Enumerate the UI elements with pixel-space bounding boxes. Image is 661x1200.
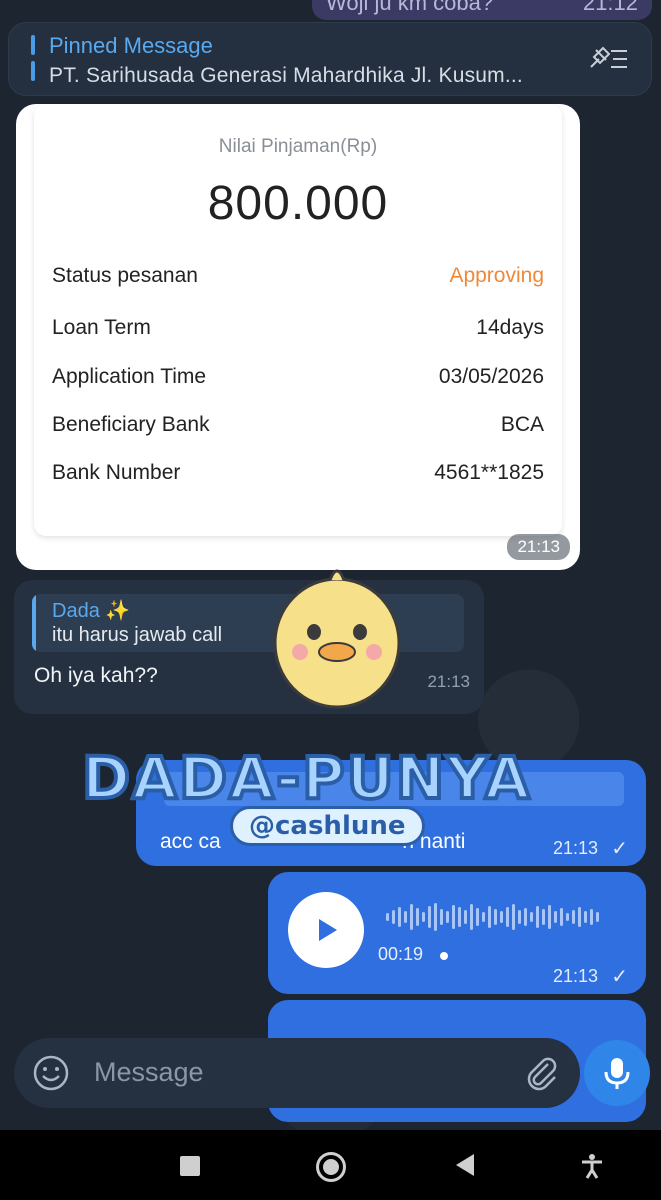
waveform-bar bbox=[530, 912, 533, 922]
row-value: 4561**1825 bbox=[434, 461, 544, 484]
emoji-icon[interactable] bbox=[32, 1054, 70, 1092]
waveform-bar bbox=[596, 912, 599, 922]
row-label: Beneficiary Bank bbox=[52, 413, 210, 436]
message-text-start: acc ca bbox=[160, 830, 221, 853]
waveform-bar bbox=[500, 911, 503, 923]
waveform-bar bbox=[464, 910, 467, 924]
waveform-bar bbox=[434, 903, 437, 931]
pinned-title: Pinned Message bbox=[49, 33, 213, 58]
outgoing-message-bubble[interactable]: acc ca n nanti 21:13 ✓ bbox=[136, 760, 646, 866]
waveform-bar bbox=[524, 908, 527, 926]
voice-message-bubble[interactable]: 00:19 21:13 ✓ bbox=[268, 872, 646, 994]
read-check-icon: ✓ bbox=[611, 838, 628, 860]
attach-icon[interactable] bbox=[522, 1054, 560, 1092]
message-time: 21:13 bbox=[552, 838, 598, 858]
waveform-bar bbox=[512, 904, 515, 930]
waveform-bar bbox=[404, 911, 407, 923]
waveform-bar bbox=[398, 907, 401, 927]
message-composer[interactable]: Message bbox=[14, 1038, 580, 1108]
back-icon[interactable] bbox=[456, 1154, 474, 1176]
waveform-bar bbox=[542, 909, 545, 925]
pinned-indicator bbox=[31, 61, 35, 81]
previous-message-text: Woji ju km coba? bbox=[326, 0, 494, 15]
message-time: 21:13 bbox=[507, 534, 570, 560]
incoming-message-bubble[interactable]: Dada ✨ itu harus jawab call Oh iya kah??… bbox=[14, 580, 484, 714]
microphone-icon bbox=[604, 1058, 630, 1089]
previous-message-bubble[interactable]: Woji ju km coba? 21:12 bbox=[312, 0, 652, 20]
loan-row-status: Status pesanan Approving bbox=[52, 264, 544, 288]
waveform-bar bbox=[590, 909, 593, 925]
waveform-bar bbox=[488, 906, 491, 928]
waveform-bar bbox=[506, 907, 509, 927]
waveform-bar bbox=[470, 904, 473, 930]
android-nav-bar bbox=[0, 1130, 661, 1200]
reply-quote[interactable] bbox=[164, 772, 624, 806]
pin-list-icon[interactable] bbox=[587, 45, 631, 73]
message-text-end: n nanti bbox=[402, 830, 466, 853]
loan-amount: 800.000 bbox=[207, 177, 389, 230]
read-check-icon: ✓ bbox=[611, 966, 628, 988]
waveform-bar bbox=[572, 910, 575, 924]
waveform-bar bbox=[560, 908, 563, 926]
waveform-bar bbox=[548, 905, 551, 929]
loan-screenshot-message[interactable]: Nilai Pinjaman(Rp) 800.000 Status pesana… bbox=[16, 104, 580, 570]
waveform-bar bbox=[536, 906, 539, 928]
waveform-bar bbox=[458, 907, 461, 927]
waveform-bar bbox=[554, 911, 557, 923]
message-input[interactable]: Message bbox=[94, 1057, 204, 1088]
reply-indicator bbox=[32, 594, 36, 652]
message-time: 21:13 bbox=[552, 966, 598, 986]
row-value: 14days bbox=[476, 316, 544, 339]
play-icon bbox=[319, 919, 337, 941]
loan-card: Nilai Pinjaman(Rp) 800.000 Status pesana… bbox=[34, 104, 562, 536]
loan-row-application-time: Application Time 03/05/2026 bbox=[52, 365, 544, 389]
loan-label: Nilai Pinjaman(Rp) bbox=[218, 136, 378, 157]
reply-text: itu harus jawab call bbox=[52, 624, 223, 646]
waveform-bar bbox=[476, 908, 479, 926]
waveform-bar bbox=[518, 910, 521, 924]
waveform-bar bbox=[410, 904, 413, 930]
loan-row-bank-number: Bank Number 4561**1825 bbox=[52, 461, 544, 485]
reply-sender: Dada ✨ bbox=[52, 600, 131, 622]
pinned-text: PT. Sarihusada Generasi Mahardhika Jl. K… bbox=[49, 64, 523, 87]
row-label: Application Time bbox=[52, 365, 207, 388]
previous-message-time: 21:12 bbox=[582, 0, 638, 15]
accessibility-icon[interactable] bbox=[578, 1152, 606, 1180]
waveform-bar bbox=[566, 913, 569, 921]
reply-quote[interactable]: Dada ✨ itu harus jawab call bbox=[32, 594, 464, 652]
row-value: 03/05/2026 bbox=[438, 365, 544, 388]
microphone-button[interactable] bbox=[584, 1040, 650, 1106]
waveform-bar bbox=[494, 909, 497, 925]
voice-duration: 00:19 bbox=[378, 944, 424, 964]
waveform-bar bbox=[578, 907, 581, 927]
home-icon[interactable] bbox=[316, 1152, 346, 1182]
waveform-bar bbox=[386, 913, 389, 921]
waveform-bar bbox=[482, 912, 485, 922]
waveform-bar bbox=[392, 910, 395, 924]
loan-row-term: Loan Term 14days bbox=[52, 316, 544, 340]
play-button[interactable] bbox=[288, 892, 364, 968]
pinned-message-bar[interactable]: Pinned Message PT. Sarihusada Generasi M… bbox=[8, 22, 652, 96]
message-text: Oh iya kah?? bbox=[34, 664, 158, 687]
waveform-bar bbox=[422, 912, 425, 922]
row-value: BCA bbox=[500, 413, 544, 436]
waveform-bar bbox=[416, 908, 419, 926]
pinned-indicator bbox=[31, 35, 35, 55]
voice-waveform[interactable] bbox=[386, 902, 626, 932]
row-value: Approving bbox=[449, 264, 544, 287]
waveform-bar bbox=[584, 911, 587, 923]
recents-icon[interactable] bbox=[180, 1156, 200, 1176]
waveform-bar bbox=[428, 906, 431, 928]
unplayed-dot bbox=[440, 952, 448, 960]
waveform-bar bbox=[452, 905, 455, 929]
waveform-bar bbox=[446, 911, 449, 923]
message-text: acc ca n nanti bbox=[160, 830, 465, 854]
waveform-bar bbox=[440, 909, 443, 925]
message-time: 21:13 bbox=[427, 672, 470, 691]
row-label: Status pesanan bbox=[52, 264, 198, 287]
row-label: Bank Number bbox=[52, 461, 181, 484]
row-label: Loan Term bbox=[52, 316, 151, 339]
loan-row-bank: Beneficiary Bank BCA bbox=[52, 413, 544, 437]
